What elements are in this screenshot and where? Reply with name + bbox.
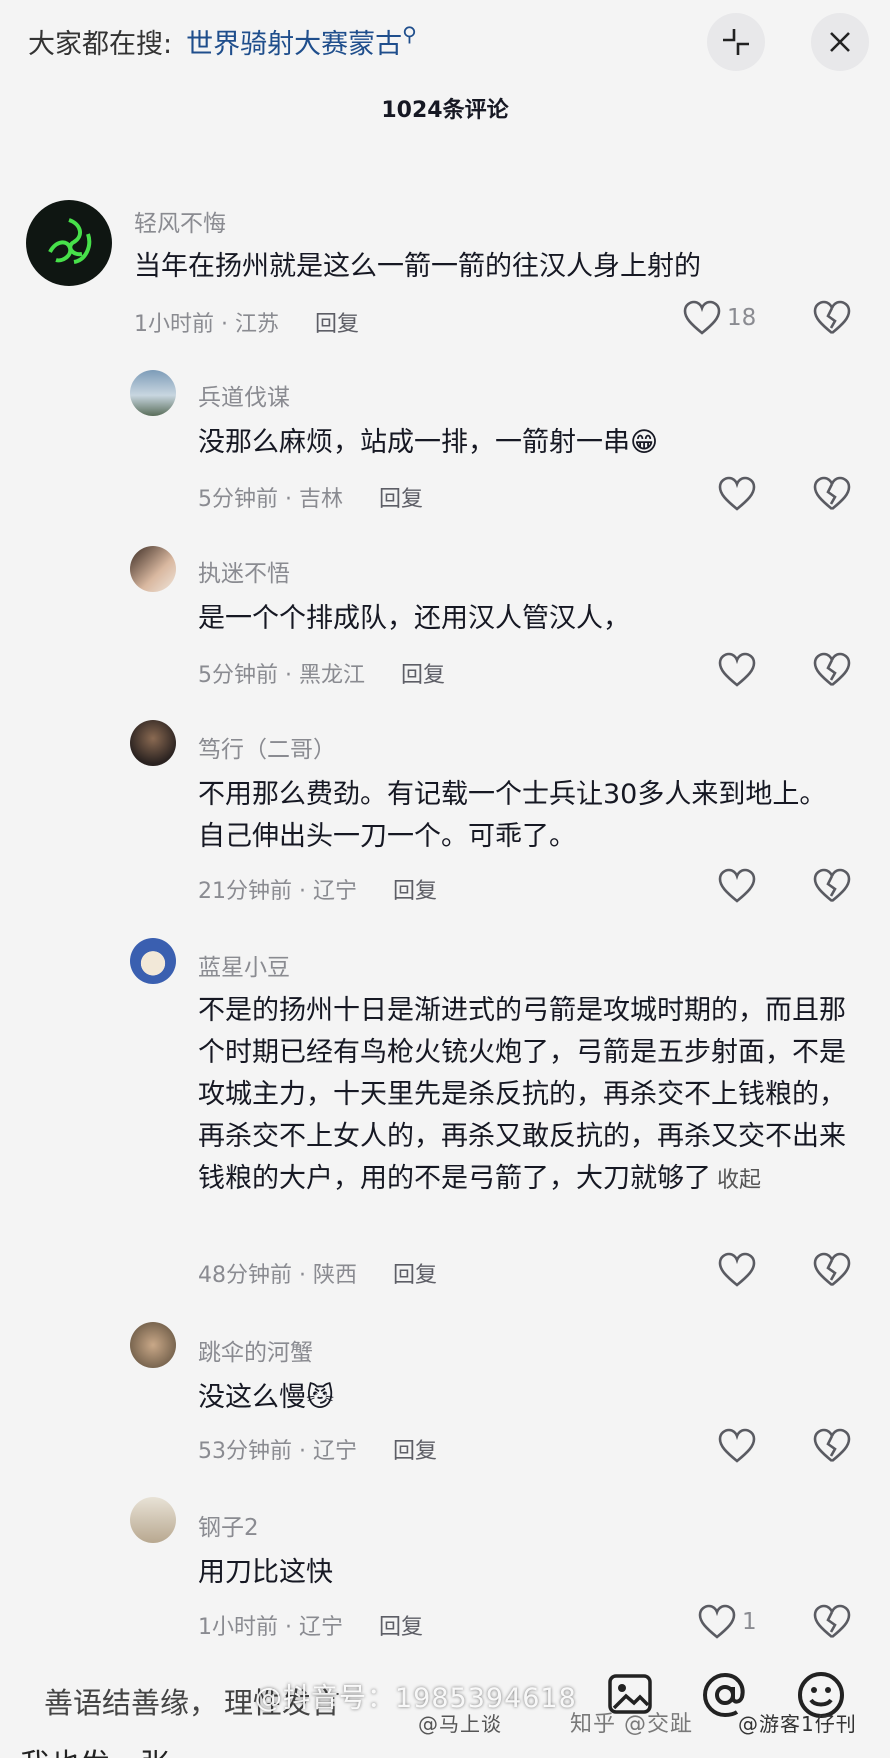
heart-outline-icon [698,1604,736,1639]
heart-outline-icon [718,652,756,687]
dislike-button[interactable] [813,868,851,908]
dislike-button[interactable] [813,300,851,340]
dislike-button[interactable] [813,1428,851,1468]
broken-heart-icon [813,1252,851,1287]
comment-meta: 53分钟前 · 辽宁 回复 [198,1433,437,1465]
comment-time-location: 1小时前 · 辽宁 [198,1615,343,1640]
close-icon [830,32,850,52]
comment-time-location: 21分钟前 · 辽宁 [198,879,357,904]
like-count: 18 [727,305,757,331]
like-button[interactable] [718,1252,756,1288]
comment-username[interactable]: 兵道伐谋 [198,378,290,412]
dislike-button[interactable] [813,1604,851,1644]
comment-username[interactable]: 笃行（二哥） [198,730,336,764]
comment-time-location: 1小时前 · 江苏 [134,312,279,337]
comment-meta: 1小时前 · 辽宁 回复 [198,1609,423,1641]
input-placeholder: 善语结善缘， [44,1686,219,1720]
heart-outline-icon [718,1252,756,1287]
broken-heart-icon [813,652,851,687]
avatar[interactable] [130,720,176,766]
collapse-link[interactable]: 收起 [717,1168,761,1193]
avatar[interactable] [130,938,176,984]
watermark-youke: @游客1仔刊 [738,1712,857,1736]
comment-username[interactable]: 轻风不悔 [134,204,226,238]
like-button[interactable]: 1 [698,1604,757,1640]
search-prefix: 大家都在搜: [28,29,173,60]
comment-username[interactable]: 跳伞的河蟹 [198,1333,313,1367]
like-count: 1 [742,1609,757,1635]
comment-body: 不是的扬州十日是渐进式的弓箭是攻城时期的，而且那个时期已经有鸟枪火铳火炮了，弓箭… [198,995,846,1194]
comment-text: 不是的扬州十日是渐进式的弓箭是攻城时期的，而且那个时期已经有鸟枪火铳火炮了，弓箭… [198,990,858,1202]
broken-heart-icon [813,476,851,511]
like-button[interactable] [718,1428,756,1464]
comment-text: 用刀比这快 [198,1557,333,1588]
top-bar: 大家都在搜: 世界骑射大赛蒙古⚲ [0,0,890,84]
like-button[interactable] [718,476,756,512]
comment-meta: 5分钟前 · 黑龙江 回复 [198,657,445,689]
reply-button[interactable]: 回复 [379,487,423,512]
comment-time-location: 5分钟前 · 黑龙江 [198,663,365,688]
search-icon: ⚲ [402,22,417,46]
dislike-button[interactable] [813,1252,851,1292]
watermark-douyin: @抖音号：1985394618 [255,1683,577,1714]
comment-text: 当年在扬州就是这么一箭一箭的往汉人身上射的 [134,251,701,282]
like-button[interactable]: 18 [683,300,756,336]
dislike-button[interactable] [813,476,851,516]
heart-outline-icon [718,1428,756,1463]
avatar[interactable] [26,200,112,286]
dislike-button[interactable] [813,652,851,692]
comment-time-location: 48分钟前 · 陕西 [198,1263,357,1288]
comment-time-location: 53分钟前 · 辽宁 [198,1439,357,1464]
comment-text: 没那么麻烦，站成一排，一箭射一串😁 [198,427,659,458]
broken-heart-icon [813,1428,851,1463]
comment-text: 是一个个排成队，还用汉人管汉人， [198,603,630,634]
avatar[interactable] [130,370,176,416]
reply-button[interactable]: 回复 [379,1615,423,1640]
comment-count: 1024条评论 [381,98,509,123]
comment-time-location: 5分钟前 · 吉林 [198,487,343,512]
collapse-button[interactable] [707,13,765,71]
comment-meta: 48分钟前 · 陕西 回复 [198,1257,437,1289]
broken-heart-icon [813,868,851,903]
comment-input-bar: 善语结善缘， 理性发言 @抖音号：1985394618 @马上谈 知乎 @交趾 @… [0,1640,890,1758]
avatar[interactable] [130,546,176,592]
broken-heart-icon [813,1604,851,1639]
comment-meta: 5分钟前 · 吉林 回复 [198,481,423,513]
comment-username[interactable]: 执迷不悟 [198,554,290,588]
heart-outline-icon [718,476,756,511]
avatar[interactable] [130,1322,176,1368]
search-suggestion[interactable]: 大家都在搜: 世界骑射大赛蒙古⚲ [28,22,417,61]
watermark-zhihu: 知乎 @交趾 [570,1712,693,1737]
reply-button[interactable]: 回复 [393,879,437,904]
comment-username[interactable]: 钢子2 [198,1508,259,1542]
reply-button[interactable]: 回复 [393,1439,437,1464]
search-term[interactable]: 世界骑射大赛蒙古 [186,29,402,60]
snake-logo-icon [48,218,92,264]
heart-outline-icon [718,868,756,903]
comment-text: 不用那么费劲。有记载一个士兵让30多人来到地上。自己伸出头一刀一个。可乖了。 [198,779,827,852]
reply-button[interactable]: 回复 [393,1263,437,1288]
like-button[interactable] [718,868,756,904]
reply-button[interactable]: 回复 [315,312,359,337]
reply-button[interactable]: 回复 [401,663,445,688]
comment-meta: 1小时前 · 江苏 回复 [134,306,359,338]
comment-meta: 21分钟前 · 辽宁 回复 [198,873,437,905]
like-button[interactable] [718,652,756,688]
close-button[interactable] [811,13,869,71]
cropped-caption: 我也发一张 [20,1740,170,1758]
comment-username[interactable]: 蓝星小豆 [198,948,290,982]
heart-outline-icon [683,300,721,335]
watermark-weibo: @马上谈 [418,1712,502,1736]
broken-heart-icon [813,300,851,335]
collapse-arrows-icon [723,29,749,55]
avatar[interactable] [130,1497,176,1543]
comment-text: 没这么慢😼 [198,1382,335,1413]
